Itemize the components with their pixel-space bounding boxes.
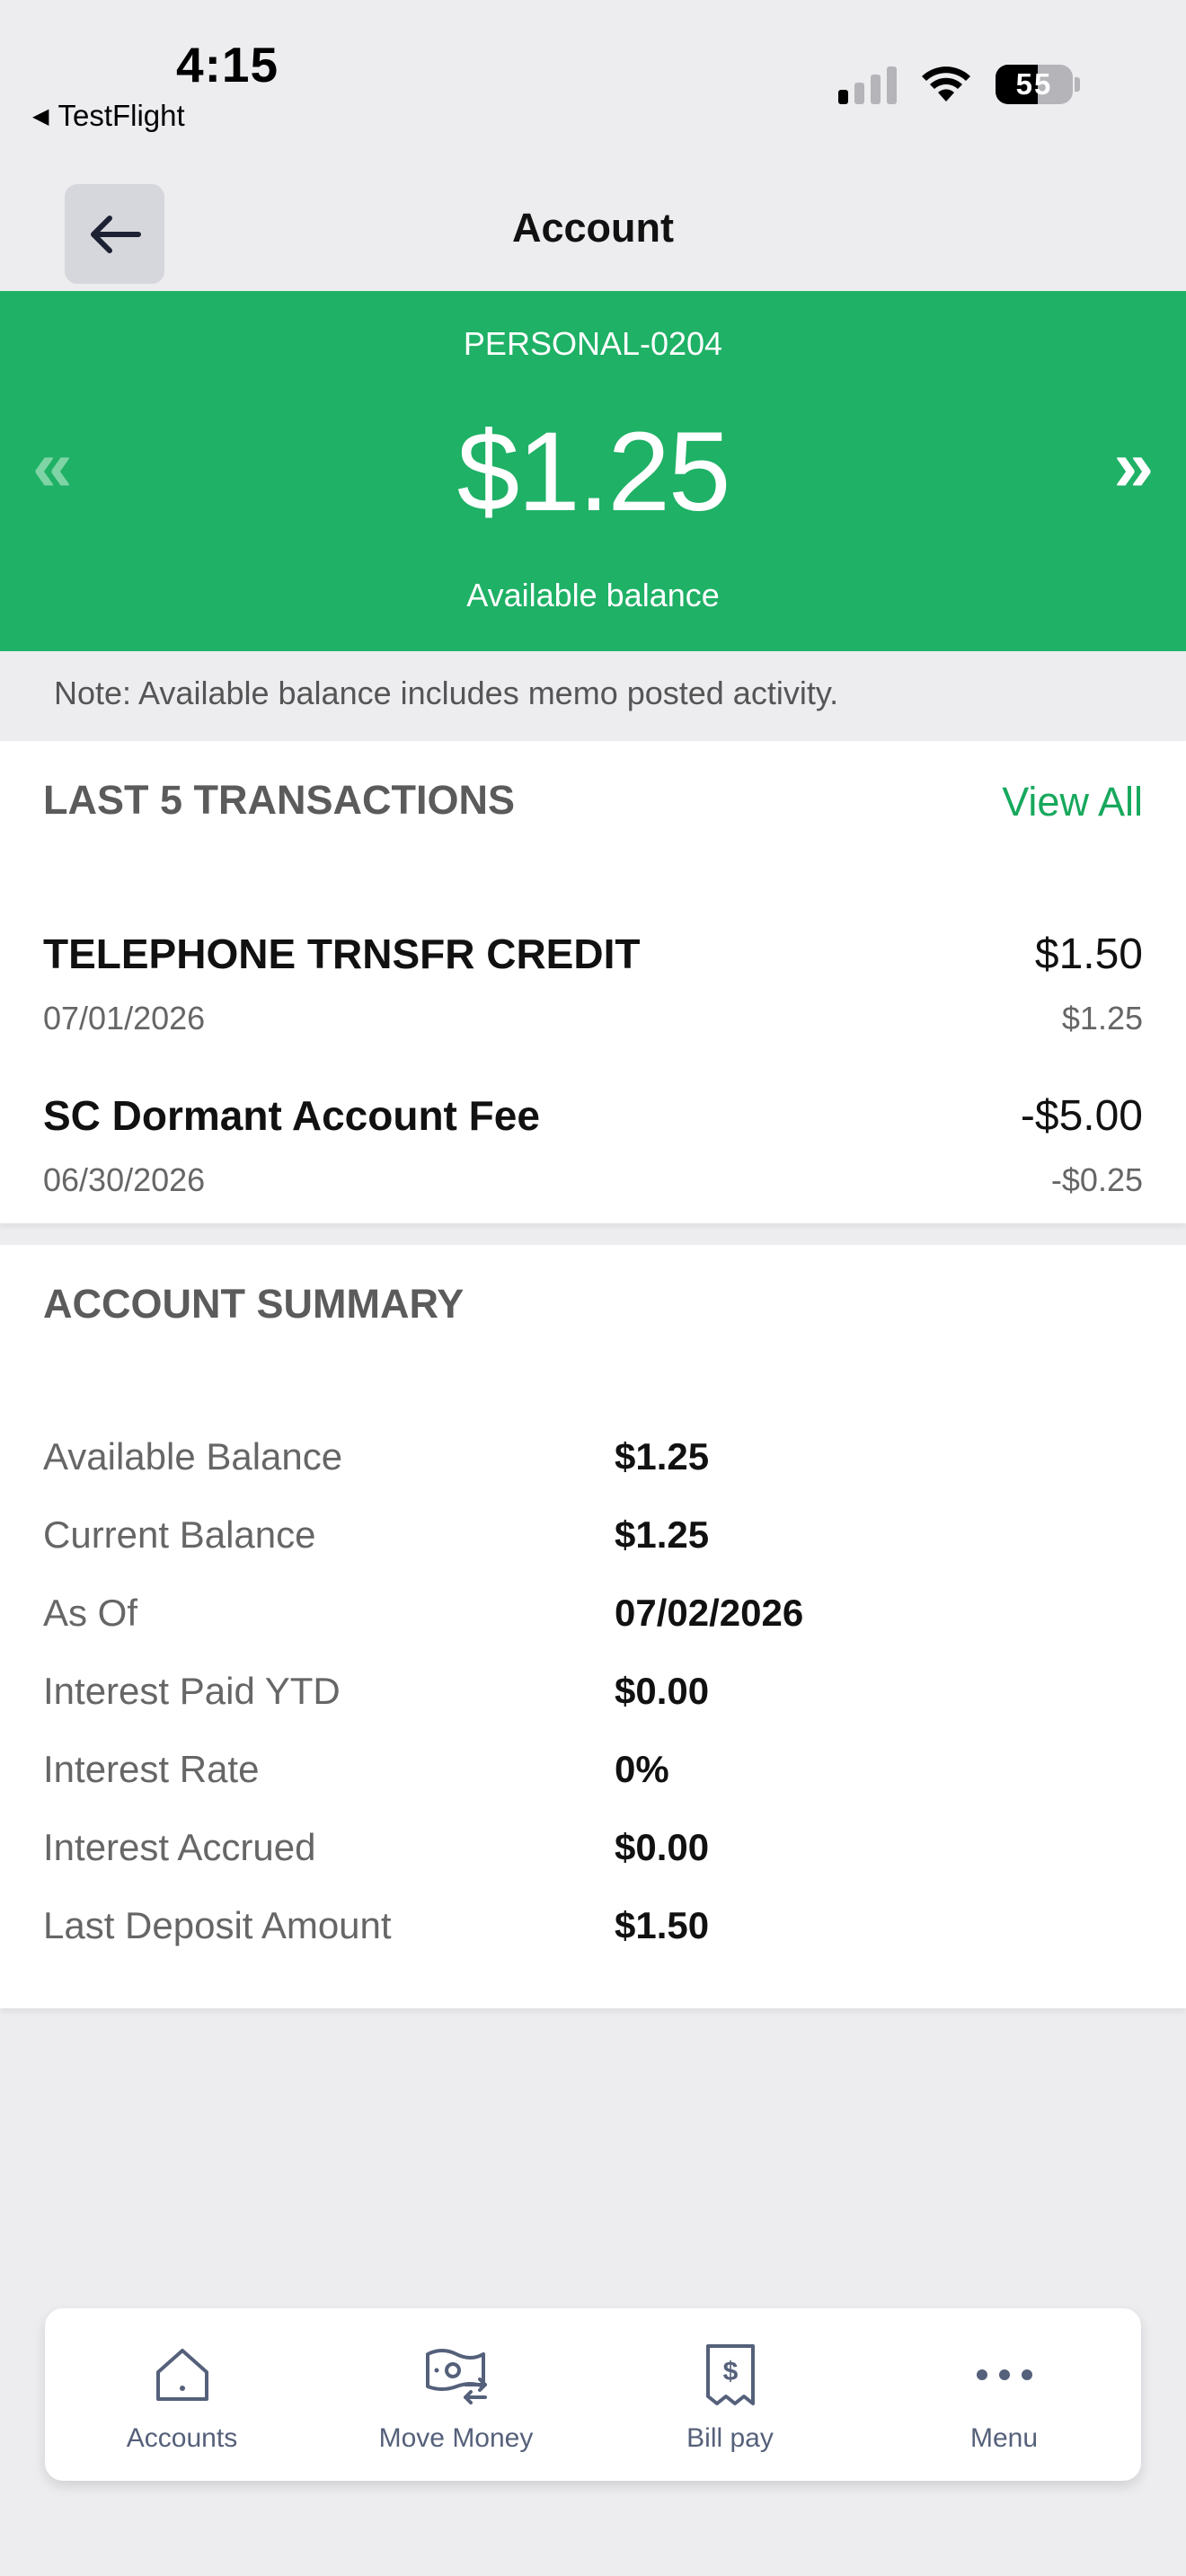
bottom-navigation: Accounts Move Money $ Bill pay Menu	[45, 2308, 1141, 2481]
nav-bill-pay-label: Bill pay	[686, 2423, 774, 2453]
summary-label: Interest Accrued	[43, 1826, 316, 1868]
testflight-label: TestFlight	[58, 99, 185, 132]
balance-note: Note: Available balance includes memo po…	[0, 651, 1186, 741]
summary-label: Interest Rate	[43, 1748, 260, 1790]
transaction-description: SC Dormant Account Fee	[43, 1092, 540, 1139]
nav-move-money-label: Move Money	[378, 2423, 534, 2453]
nav-menu[interactable]: Menu	[867, 2308, 1141, 2481]
summary-label: Last Deposit Amount	[43, 1904, 392, 1946]
summary-value: $1.50	[615, 1904, 710, 1946]
money-transfer-icon	[422, 2341, 491, 2409]
svg-text:$: $	[722, 2357, 738, 2386]
cellular-signal-icon	[838, 65, 897, 104]
summary-row: Available Balance $1.25	[43, 1435, 1143, 1507]
summary-value: $1.25	[615, 1513, 710, 1556]
account-summary-heading: ACCOUNT SUMMARY	[43, 1281, 465, 1327]
account-name: PERSONAL-0204	[463, 325, 723, 362]
summary-value: 07/02/2026	[615, 1592, 804, 1634]
transaction-date: 07/01/2026	[43, 1000, 206, 1037]
summary-row: Current Balance $1.25	[43, 1513, 1143, 1585]
transaction-amount: $1.50	[1034, 931, 1143, 978]
summary-label: Current Balance	[43, 1513, 316, 1556]
page-header: Account	[0, 180, 1186, 291]
nav-move-money[interactable]: Move Money	[319, 2308, 593, 2481]
summary-row: Interest Paid YTD $0.00	[43, 1670, 1143, 1742]
nav-accounts-label: Accounts	[126, 2423, 238, 2453]
summary-row: Last Deposit Amount $1.50	[43, 1904, 1143, 1976]
summary-row: Interest Accrued $0.00	[43, 1826, 1143, 1898]
back-triangle-icon: ◀	[32, 103, 49, 128]
summary-row: As Of 07/02/2026	[43, 1592, 1143, 1663]
nav-menu-label: Menu	[969, 2423, 1039, 2453]
transaction-row[interactable]: TELEPHONE TRNSFR CREDIT 07/01/2026 $1.50…	[43, 930, 1143, 1046]
balance-label: Available balance	[466, 577, 720, 613]
summary-value: 0%	[615, 1748, 669, 1790]
transactions-card: LAST 5 TRANSACTIONS View All TELEPHONE T…	[0, 741, 1186, 1223]
status-indicators: 55	[838, 65, 1080, 104]
battery-level: 55	[1015, 67, 1053, 101]
account-summary-card: ACCOUNT SUMMARY Available Balance $1.25 …	[0, 1245, 1186, 2008]
transaction-row[interactable]: SC Dormant Account Fee 06/30/2026 -$5.00…	[43, 1091, 1143, 1208]
testflight-back-link[interactable]: ◀ TestFlight	[32, 99, 185, 133]
page-title: Account	[512, 205, 674, 251]
view-all-link[interactable]: View All	[1002, 779, 1143, 825]
transactions-heading: LAST 5 TRANSACTIONS	[43, 777, 516, 823]
wifi-icon	[922, 66, 970, 101]
home-icon	[148, 2341, 217, 2409]
summary-value: $0.00	[615, 1826, 710, 1868]
transaction-description: TELEPHONE TRNSFR CREDIT	[43, 931, 641, 977]
summary-label: As Of	[43, 1592, 138, 1634]
battery-indicator: 55	[996, 65, 1080, 104]
summary-value: $1.25	[615, 1435, 710, 1478]
bill-icon: $	[696, 2341, 765, 2409]
battery-icon: 55	[996, 65, 1073, 104]
next-account-button[interactable]: »	[1114, 430, 1155, 502]
balance-amount: $1.25	[456, 410, 731, 534]
transaction-amount: -$5.00	[1020, 1092, 1143, 1140]
transaction-date: 06/30/2026	[43, 1161, 206, 1198]
balance-banner: « PERSONAL-0204 $1.25 Available balance …	[0, 291, 1186, 651]
transaction-running-balance: $1.25	[1061, 1000, 1143, 1037]
transaction-running-balance: -$0.25	[1050, 1161, 1143, 1198]
status-bar: 4:15 ◀ TestFlight 55	[0, 0, 1186, 144]
summary-value: $0.00	[615, 1670, 710, 1712]
summary-row: Interest Rate 0%	[43, 1748, 1143, 1820]
status-time: 4:15	[176, 37, 279, 93]
summary-label: Interest Paid YTD	[43, 1670, 341, 1712]
nav-bill-pay[interactable]: $ Bill pay	[593, 2308, 867, 2481]
nav-accounts[interactable]: Accounts	[45, 2308, 319, 2481]
more-icon	[970, 2341, 1039, 2409]
summary-label: Available Balance	[43, 1435, 343, 1478]
